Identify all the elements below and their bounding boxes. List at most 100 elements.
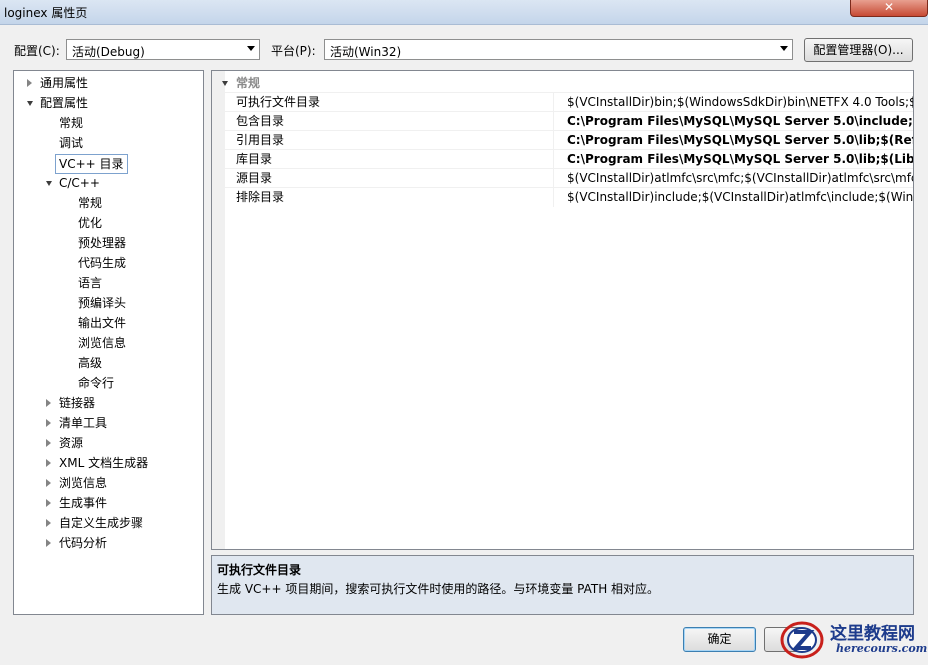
close-button[interactable]: ✕ [850,0,928,17]
collapse-icon[interactable] [46,499,51,507]
close-icon: ✕ [883,0,895,14]
column-divider [553,188,554,207]
tree-item-label: 常规 [59,116,84,130]
tree-item[interactable]: 调试 [14,134,203,152]
tree-item[interactable]: 浏览信息 [14,474,203,492]
property-value[interactable]: C:\Program Files\MySQL\MySQL Server 5.0\… [567,150,913,169]
tree-item[interactable]: 配置属性 [14,94,203,112]
tree-item-label: 输出文件 [78,316,127,330]
expand-icon [222,81,228,86]
property-row[interactable]: 引用目录 C:\Program Files\MySQL\MySQL Server … [225,130,913,150]
tree-item-label: 生成事件 [59,496,108,510]
chevron-down-icon [780,46,788,51]
tree-item-label: 语言 [78,276,103,290]
tree-item-label: 代码生成 [78,256,127,270]
tree-item[interactable]: 清单工具 [14,414,203,432]
grid-category-header[interactable]: 常规 [212,74,913,92]
config-manager-button[interactable]: 配置管理器(O)... [804,38,913,62]
tree-item[interactable]: 命令行 [14,374,203,392]
config-value: 活动(Debug) [72,45,145,59]
property-name: 包含目录 [236,114,285,128]
property-row[interactable]: 包含目录 C:\Program Files\MySQL\MySQL Server … [225,111,913,131]
config-label: 配置(C): [14,44,60,58]
column-divider [553,112,554,131]
collapse-icon[interactable] [46,439,51,447]
tree-item[interactable]: 预处理器 [14,234,203,252]
property-row[interactable]: 排除目录 $(VCInstallDir)include;$(VCInstallDi… [225,187,913,207]
tree-item[interactable]: VC++ 目录 [14,154,203,174]
tree-item[interactable]: 通用属性 [14,74,203,92]
grid-category-label: 常规 [236,76,261,90]
tree-item[interactable]: 生成事件 [14,494,203,512]
tree-item[interactable]: 语言 [14,274,203,292]
platform-combo[interactable]: 活动(Win32) [324,39,793,60]
property-value[interactable]: $(VCInstallDir)atlmfc\src\mfc;$(VCInstal… [567,169,913,188]
collapse-icon[interactable] [46,459,51,467]
property-name: 库目录 [236,152,273,166]
tree-item[interactable]: 高级 [14,354,203,372]
tree-item-label: 清单工具 [59,416,108,430]
tree-item[interactable]: 常规 [14,114,203,132]
property-row[interactable]: 库目录 C:\Program Files\MySQL\MySQL Server 5… [225,149,913,169]
tree-item-label: 通用属性 [40,76,89,90]
tree-item[interactable]: XML 文档生成器 [14,454,203,472]
config-combo[interactable]: 活动(Debug) [66,39,260,60]
description-text: 生成 VC++ 项目期间，搜索可执行文件时使用的路径。与环境变量 PATH 相对… [217,582,660,596]
collapse-icon[interactable] [46,479,51,487]
tree-item[interactable]: 优化 [14,214,203,232]
tree-item-label: 常规 [78,196,103,210]
tree-item[interactable]: 常规 [14,194,203,212]
tree-item[interactable]: 资源 [14,434,203,452]
column-divider [553,93,554,112]
description-title: 可执行文件目录 [217,563,302,577]
tree-item[interactable]: 预编译头 [14,294,203,312]
collapse-icon[interactable] [46,539,51,547]
tree-item-label: 优化 [78,216,103,230]
ok-button[interactable]: 确定 [683,627,756,652]
platform-label: 平台(P): [271,44,316,58]
property-name: 源目录 [236,171,273,185]
property-row[interactable]: 可执行文件目录 $(VCInstallDir)bin;$(WindowsSdkDi… [225,92,913,112]
title-bar: loginex 属性页 ✕ [0,0,928,25]
grid-gutter [212,71,225,549]
tree-item[interactable]: 自定义生成步骤 [14,514,203,532]
tree-item-label: 浏览信息 [59,476,108,490]
property-value[interactable]: $(VCInstallDir)include;$(VCInstallDir)at… [567,188,913,207]
tree-item[interactable]: C/C++ [14,174,203,192]
column-divider [553,169,554,188]
tree-item[interactable]: 代码分析 [14,534,203,552]
tree-item-label: 自定义生成步骤 [59,516,144,530]
tree-item-label: 调试 [59,136,84,150]
collapse-icon[interactable] [46,399,51,407]
tree-item-label: 配置属性 [40,96,89,110]
collapse-icon[interactable] [27,79,32,87]
tree-item-label: VC++ 目录 [55,154,128,174]
property-grid[interactable]: 常规 可执行文件目录 $(VCInstallDir)bin;$(WindowsSd… [211,70,914,550]
watermark-url: herecours.com [836,642,928,655]
property-row[interactable]: 源目录 $(VCInstallDir)atlmfc\src\mfc;$(VCIns… [225,168,913,188]
property-tree[interactable]: 通用属性 配置属性 常规 调试 VC++ 目录 C/C++ 常规 优化 预处理器 代码生成 语言 预编… [13,70,204,615]
chevron-down-icon [247,46,255,51]
expand-icon[interactable] [27,101,33,106]
tree-item-label: C/C++ [59,176,100,190]
watermark-title: 这里教程网 [830,624,915,644]
property-name: 排除目录 [236,190,285,204]
property-name: 可执行文件目录 [236,95,321,109]
tree-item[interactable]: 浏览信息 [14,334,203,352]
tree-item[interactable]: 输出文件 [14,314,203,332]
tree-item-label: 代码分析 [59,536,108,550]
platform-value: 活动(Win32) [330,45,402,59]
property-value[interactable]: C:\Program Files\MySQL\MySQL Server 5.0\… [567,112,913,131]
tree-item-label: 浏览信息 [78,336,127,350]
tree-item[interactable]: 链接器 [14,394,203,412]
expand-icon[interactable] [46,181,52,186]
description-panel: 可执行文件目录 生成 VC++ 项目期间，搜索可执行文件时使用的路径。与环境变量… [211,555,914,615]
property-name: 引用目录 [236,133,285,147]
tree-item[interactable]: 代码生成 [14,254,203,272]
property-value[interactable]: C:\Program Files\MySQL\MySQL Server 5.0\… [567,131,913,150]
property-value[interactable]: $(VCInstallDir)bin;$(WindowsSdkDir)bin\N… [567,93,913,112]
collapse-icon[interactable] [46,419,51,427]
tree-item-label: 预编译头 [78,296,127,310]
column-divider [553,150,554,169]
collapse-icon[interactable] [46,519,51,527]
